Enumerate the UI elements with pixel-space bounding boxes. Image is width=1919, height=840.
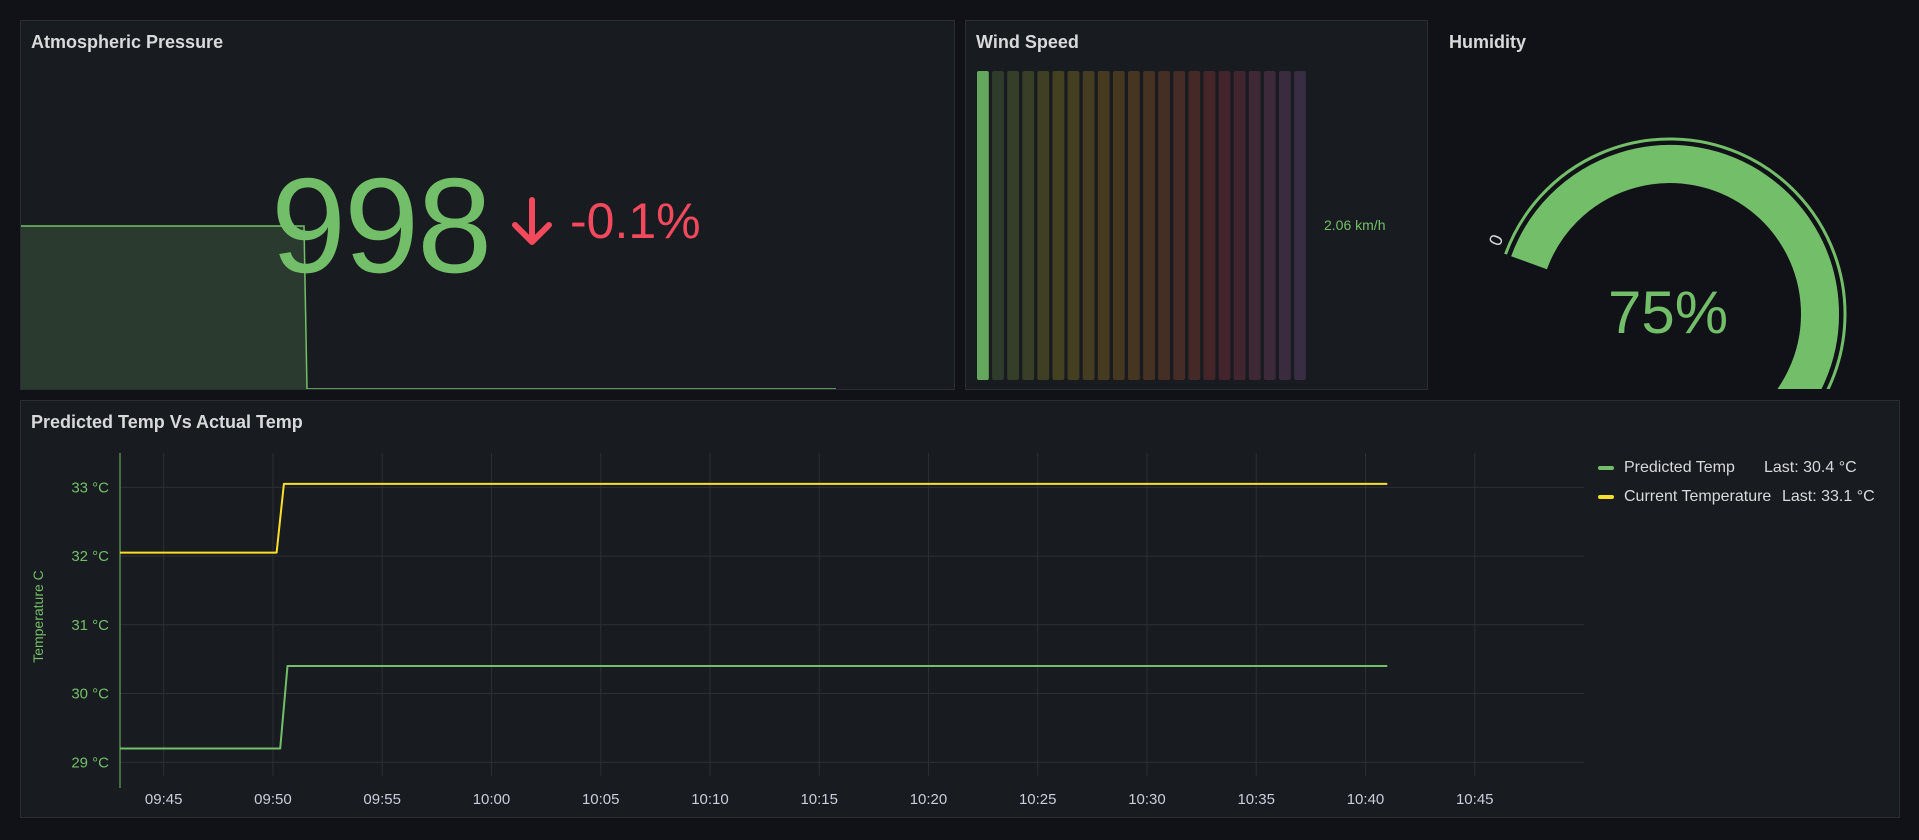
wind-bar-segment [1037, 71, 1050, 380]
wind-bar-segment [1097, 71, 1110, 380]
legend-series-name: Current Temperature [1624, 487, 1772, 505]
wind-bar-segment-lit [977, 71, 989, 380]
x-tick-label: 09:55 [363, 791, 401, 808]
pressure-change: -0.1% [570, 193, 701, 249]
legend-item-current[interactable]: Current Temperature Last: 33.1 °C [1598, 482, 1875, 511]
wind-bar-segment [1052, 71, 1065, 380]
x-tick-label: 10:15 [800, 791, 838, 808]
humidity-value: 75% [1608, 279, 1728, 346]
x-tick-label: 09:45 [145, 791, 183, 808]
x-tick-label: 10:40 [1347, 791, 1385, 808]
x-tick-label: 10:30 [1128, 791, 1166, 808]
wind-bar-segment [1067, 71, 1080, 380]
wind-bar-segment [1263, 71, 1276, 380]
x-tick-label: 10:35 [1237, 791, 1275, 808]
wind-panel: Wind Speed 2.06 km/h [965, 20, 1428, 390]
temp-panel: Predicted Temp Vs Actual Temp 09:45 09:50… [20, 400, 1900, 818]
wind-bar-segment [1173, 71, 1186, 380]
y-tick-label: 33 °C [71, 479, 109, 496]
humidity-gauge: 75% 0 100 [1485, 137, 1847, 389]
wind-value: 2.06 km/h [1324, 217, 1386, 233]
y-tick-label: 30 °C [71, 686, 109, 703]
wind-bar-segment [1279, 71, 1291, 380]
legend-swatch [1598, 494, 1614, 499]
wind-bar-segment [1022, 71, 1035, 380]
y-tick-label: 31 °C [71, 617, 109, 634]
y-tick-label: 29 °C [71, 754, 109, 771]
chart-legend: Predicted Temp Last: 30.4 °C Current Tem… [1598, 453, 1875, 511]
x-tick-label: 10:10 [691, 791, 729, 808]
x-tick-label: 10:45 [1456, 791, 1494, 808]
x-tick-label: 10:20 [910, 791, 948, 808]
legend-last-value: Last: 33.1 °C [1782, 487, 1875, 505]
wind-bar-segment [1248, 71, 1261, 380]
arrow-down-icon [512, 197, 552, 245]
wind-bar-segment [1082, 71, 1095, 380]
wind-bar-segment [1128, 71, 1140, 380]
legend-last-value: Last: 30.4 °C [1764, 458, 1857, 476]
wind-bar-segment [1203, 71, 1216, 380]
y-axis-label: Temperature C [30, 570, 46, 663]
wind-bar-segment [1294, 71, 1306, 380]
wind-bar-segment [992, 71, 1004, 380]
x-tick-label: 09:50 [254, 791, 292, 808]
legend-series-name: Predicted Temp [1624, 458, 1735, 476]
wind-bar-segment [1233, 71, 1246, 380]
wind-bar-segment [1112, 71, 1125, 380]
series-line-predicted-temp[interactable] [120, 665, 1388, 750]
pressure-panel: Atmospheric Pressure 998 -0.1% [20, 20, 955, 390]
gauge-min-label: 0 [1485, 232, 1507, 249]
y-tick-label: 32 °C [71, 548, 109, 565]
sparkline-area [21, 226, 307, 389]
x-tick-label: 10:00 [473, 791, 511, 808]
wind-bar-segment [1007, 71, 1019, 380]
legend-swatch [1598, 465, 1614, 470]
wind-bar-segment [1143, 71, 1155, 380]
gauge-fill [1511, 145, 1839, 389]
wind-bar-segment [1158, 71, 1170, 380]
legend-item-predicted[interactable]: Predicted Temp Last: 30.4 °C [1598, 453, 1875, 482]
series-line-current-temperature[interactable] [120, 482, 1388, 554]
x-tick-label: 10:05 [582, 791, 620, 808]
wind-bar-gauge [977, 71, 1306, 380]
pressure-value: 998 [271, 150, 492, 301]
humidity-panel: Humidity 75% 0 100 [1438, 20, 1900, 390]
wind-bar-segment [1218, 71, 1231, 380]
x-tick-label: 10:25 [1019, 791, 1057, 808]
wind-bar-segment [1188, 71, 1201, 380]
